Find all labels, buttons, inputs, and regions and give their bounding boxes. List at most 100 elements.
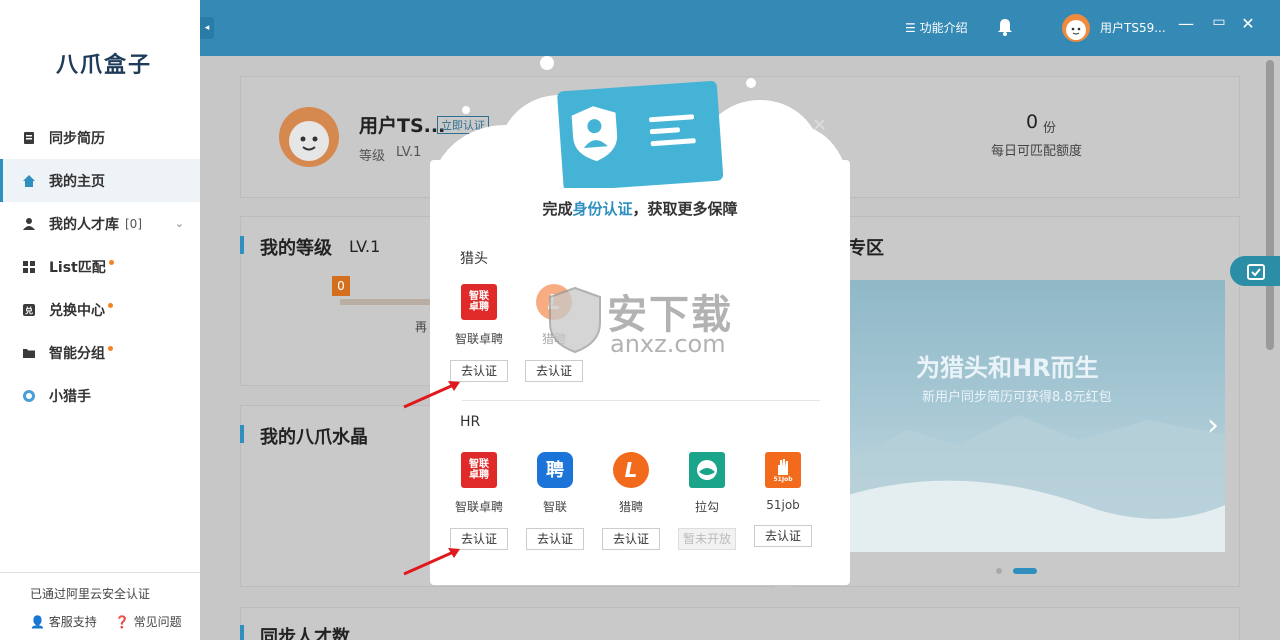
quota-value: 0 xyxy=(1026,111,1039,133)
sidebar-item-exchange[interactable]: 兑 兑换中心 xyxy=(0,288,200,331)
platform-name: 智联卓聘 xyxy=(454,500,503,514)
sidebar-item-list-match[interactable]: List匹配 xyxy=(0,245,200,288)
banner-subtitle: 新用户同步简历可获得8.8元红包 xyxy=(922,390,1112,405)
red-arrow-annotation xyxy=(403,548,460,576)
question-icon: ❓ xyxy=(114,615,130,629)
cloud-dot xyxy=(746,78,756,88)
notification-dot xyxy=(108,346,113,351)
sidebar-item-label: 智能分组 xyxy=(49,345,105,362)
verify-button[interactable]: 去认证 xyxy=(602,528,660,550)
notification-dot xyxy=(108,303,113,308)
sidebar-item-sync-resume[interactable]: 同步简历 xyxy=(0,116,200,159)
not-open-button: 暂未开放 xyxy=(678,528,736,550)
sidebar-footer: 已通过阿里云安全认证 👤 客服支持 ❓ 常见问题 xyxy=(0,572,200,640)
modal-divider xyxy=(462,400,820,401)
sidebar-item-label: 小猎手 xyxy=(49,388,91,405)
zhilian-zhuopin-logo-icon: 智联卓聘 xyxy=(461,452,497,488)
level-progress xyxy=(340,299,430,305)
sidebar-item-smart-group[interactable]: 智能分组 xyxy=(0,331,200,374)
notification-dot xyxy=(108,260,114,265)
sidebar-item-talent-pool[interactable]: 我的人才库 [0] ⌄ xyxy=(0,202,200,245)
resume-sync-icon xyxy=(22,131,36,145)
collapse-sidebar-button[interactable]: ◂ xyxy=(200,17,214,39)
menu-icon: ☰ xyxy=(905,21,916,35)
top-bar: ☰ 功能介绍 用户TS59... — ▭ ✕ xyxy=(200,0,1280,56)
quota-unit: 份 xyxy=(1043,121,1057,136)
hunter-icon xyxy=(22,389,36,403)
sidebar-item-label: 兑换中心 xyxy=(49,302,105,319)
level-hint: 再 xyxy=(415,320,428,334)
zhilian-logo-icon: 聘 xyxy=(537,452,573,488)
logo-text: 51Job xyxy=(773,476,793,483)
heading-post: ，获取更多保障 xyxy=(632,200,738,218)
sidebar-item-home[interactable]: 我的主页 xyxy=(0,159,200,202)
platform-lagou-hr: 拉勾 暂未开放 xyxy=(672,452,742,550)
zhilian-zhuopin-logo-icon: 智联卓聘 xyxy=(461,284,497,320)
sidebar-item-hunter[interactable]: 小猎手 xyxy=(0,374,200,417)
verify-button[interactable]: 去认证 xyxy=(526,528,584,550)
sync-card xyxy=(240,607,1240,640)
minimize-icon[interactable]: — xyxy=(1175,14,1197,33)
faq-label: 常见问题 xyxy=(133,615,182,629)
verify-button[interactable]: 去认证 xyxy=(754,525,812,547)
talent-count: [0] xyxy=(125,216,142,231)
section-marker xyxy=(240,236,244,254)
profile-name: 用户TS... xyxy=(359,115,446,137)
folder-icon xyxy=(22,346,36,360)
brand-logo: 八爪盒子 xyxy=(56,53,153,78)
level-value: LV.1 xyxy=(396,145,422,160)
float-calendar-button[interactable] xyxy=(1230,256,1280,286)
watermark-subtext: anxz.com xyxy=(610,330,726,358)
carousel-dot-active[interactable] xyxy=(1013,568,1037,574)
carousel-dot[interactable] xyxy=(996,568,1002,574)
headhunter-group-label: 猎头 xyxy=(460,251,488,267)
logo-text: 聘 xyxy=(546,459,564,481)
modal-close-icon[interactable]: ✕ xyxy=(812,115,827,136)
51job-logo-icon: 51Job xyxy=(765,452,801,488)
support-link[interactable]: 👤 客服支持 xyxy=(30,613,97,630)
platform-zhilian-zhuopin-hr: 智联卓聘 智联卓聘 去认证 xyxy=(444,452,514,550)
platform-zhilian-zhuopin-headhunter: 智联卓聘 智联卓聘 去认证 xyxy=(444,284,514,382)
bell-icon[interactable] xyxy=(997,18,1013,40)
level-section-title: 我的等级 xyxy=(260,238,332,259)
calendar-icon xyxy=(1247,264,1265,280)
liepin-logo-icon: L xyxy=(613,452,649,488)
banner-title: 为猎头和HR而生 xyxy=(916,354,1099,382)
platform-name: 智联 xyxy=(542,500,567,514)
faq-link[interactable]: ❓ 常见问题 xyxy=(115,613,182,630)
sidebar: 八爪盒子 同步简历 我的主页 我的人才库 [0] ⌄ List匹配 兑 兑换中心 xyxy=(0,0,200,640)
quota-label: 每日可匹配额度 xyxy=(991,144,1083,159)
platform-name: 猎聘 xyxy=(618,500,643,514)
exchange-icon: 兑 xyxy=(22,303,36,317)
feature-intro-button[interactable]: ☰ 功能介绍 xyxy=(905,19,968,36)
sidebar-item-label: 同步简历 xyxy=(49,130,105,147)
chevron-down-icon[interactable]: ⌄ xyxy=(175,217,184,230)
level-section-value: LV.1 xyxy=(349,237,381,256)
home-icon xyxy=(22,174,36,188)
verify-button[interactable]: 去认证 xyxy=(525,360,583,382)
id-card-illustration xyxy=(557,80,724,188)
profile-avatar xyxy=(279,107,339,167)
sidebar-item-label: 我的主页 xyxy=(49,173,105,190)
level-marker: 0 xyxy=(332,276,350,296)
heading-highlight: 身份认证 xyxy=(572,200,633,218)
crystal-section-title: 我的八爪水晶 xyxy=(260,427,368,448)
feature-intro-label: 功能介绍 xyxy=(919,21,968,35)
promo-banner[interactable]: 为猎头和HR而生 新用户同步简历可获得8.8元红包 › xyxy=(848,280,1225,552)
promo-section-title: 专区 xyxy=(848,238,884,259)
level-label: 等级 xyxy=(359,149,386,164)
avatar[interactable] xyxy=(1062,14,1090,42)
scrollbar[interactable] xyxy=(1266,60,1274,350)
svg-text:兑: 兑 xyxy=(25,305,33,315)
platform-name: 51job xyxy=(766,498,800,512)
platform-name: 拉勾 xyxy=(694,500,719,514)
security-note: 已通过阿里云安全认证 xyxy=(30,587,151,601)
section-marker xyxy=(240,625,244,640)
maximize-icon[interactable]: ▭ xyxy=(1208,14,1230,30)
sidebar-item-label: 我的人才库 xyxy=(49,216,119,233)
close-icon[interactable]: ✕ xyxy=(1237,14,1259,33)
chevron-right-icon[interactable]: › xyxy=(1207,408,1219,443)
modal-heading: 完成身份认证，获取更多保障 xyxy=(430,198,850,219)
username[interactable]: 用户TS59... xyxy=(1100,19,1166,36)
sidebar-nav: 同步简历 我的主页 我的人才库 [0] ⌄ List匹配 兑 兑换中心 智能分组 xyxy=(0,116,200,417)
